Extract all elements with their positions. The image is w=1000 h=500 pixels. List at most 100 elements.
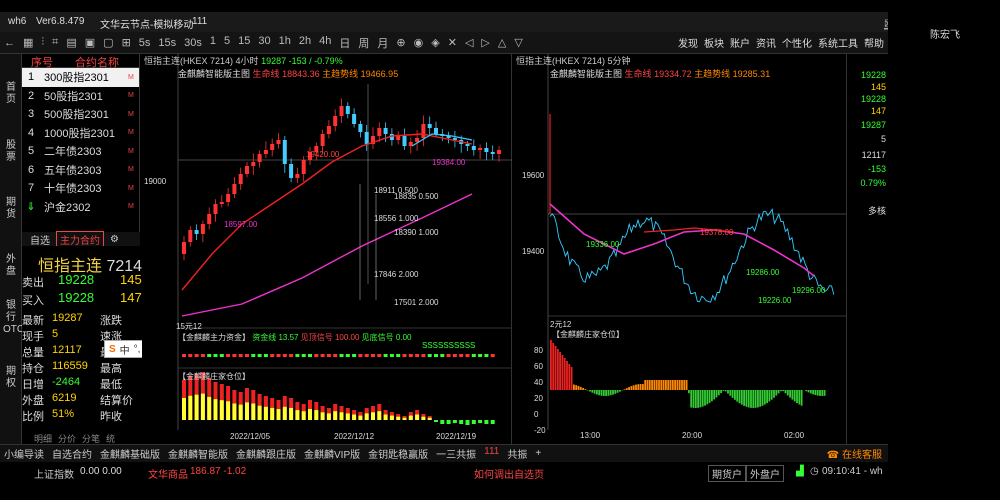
ime-punct-icon[interactable]: °, xyxy=(134,344,141,355)
sub1-bar xyxy=(364,354,369,357)
menu-5[interactable]: 系统工具 xyxy=(818,35,858,50)
menu-6[interactable]: 帮助 xyxy=(864,35,884,50)
nav-1[interactable]: 股票 xyxy=(3,140,19,164)
list-item[interactable]: ⇓ 沪金2302 M xyxy=(22,198,139,217)
detail-key: 外盘 xyxy=(22,395,44,407)
sub-bar xyxy=(743,390,745,406)
list-item[interactable]: 5 二年债2303 M xyxy=(22,142,139,161)
ime-mode-icon[interactable]: 中 xyxy=(120,342,130,357)
draw-icon[interactable]: ⊕ xyxy=(392,36,409,49)
menu-2[interactable]: 账户 xyxy=(730,35,750,50)
down-icon[interactable]: ▽ xyxy=(510,36,526,49)
period-9[interactable]: 月 xyxy=(373,35,392,51)
detail-tab-2[interactable]: 分笔 xyxy=(82,432,100,444)
bottom-tab-5[interactable]: 金麒麟VIP版 xyxy=(300,446,364,461)
diamond-icon[interactable]: ◈ xyxy=(427,36,443,49)
sub2-bar-inner xyxy=(396,416,401,420)
bottom-tab-9[interactable]: 共振 xyxy=(503,446,531,461)
candle-body xyxy=(427,124,432,128)
acct-foreign[interactable]: 外盘户 xyxy=(746,465,784,482)
add-tab-icon[interactable]: + xyxy=(531,448,545,459)
grid-icon[interactable]: ▦ xyxy=(19,36,37,49)
menu-4[interactable]: 个性化 xyxy=(782,35,812,50)
list-item[interactable]: 3 500股指2301 M xyxy=(22,105,139,124)
menu-3[interactable]: 资讯 xyxy=(756,35,776,50)
list-item[interactable]: 6 五年债2303 M xyxy=(22,161,139,180)
detail-tab-3[interactable]: 统 xyxy=(106,432,115,444)
cross-icon[interactable]: ✕ xyxy=(444,36,461,49)
disk-icon[interactable]: ▣ xyxy=(81,36,99,49)
period-30s[interactable]: 30s xyxy=(180,37,206,49)
list-item[interactable]: 7 十年债2303 M xyxy=(22,179,139,198)
right-icon[interactable]: ▷ xyxy=(477,36,493,49)
candle-icon[interactable]: ⌗ xyxy=(48,36,62,49)
fib-ratio: 1.000 xyxy=(418,228,439,237)
period-6[interactable]: 4h xyxy=(315,35,335,51)
bottom-tab-2[interactable]: 金麒麟基础版 xyxy=(96,446,164,461)
sub-bar xyxy=(720,390,722,394)
sub2-bar xyxy=(465,420,470,425)
nav-2[interactable]: 期货 xyxy=(3,197,19,221)
row-sup: M xyxy=(128,184,134,192)
period-4[interactable]: 1h xyxy=(275,35,295,51)
chart-line-icon[interactable]: ⫶ xyxy=(37,36,48,49)
period-0[interactable]: 1 xyxy=(206,35,220,51)
period-7[interactable]: 日 xyxy=(335,35,354,51)
chart2-period[interactable]: 5分钟 xyxy=(608,56,631,66)
menu-1[interactable]: 板块 xyxy=(704,35,724,50)
settings-icon[interactable]: ⚙ xyxy=(110,234,119,245)
period-15s[interactable]: 15s xyxy=(154,37,180,49)
bottom-tab-0[interactable]: 小编导读 xyxy=(0,446,48,461)
chart2-ma1: 19334.72 xyxy=(654,69,692,79)
detail-tab-0[interactable]: 明细 xyxy=(34,432,52,444)
online-service[interactable]: ☎ 在线客服 xyxy=(827,446,882,461)
nav-5[interactable]: 期权 xyxy=(3,366,19,390)
bottom-tab-6[interactable]: 金钥匙稳赢版 xyxy=(364,446,432,461)
fib-ratio: 2.000 xyxy=(398,270,419,279)
period-1[interactable]: 5 xyxy=(220,35,234,51)
bottom-tab-7[interactable]: 一三共振 xyxy=(432,446,480,461)
back-icon[interactable]: ← xyxy=(0,37,19,49)
bottom-tab-1[interactable]: 自选合约 xyxy=(48,446,96,461)
sub-bar xyxy=(630,386,633,390)
sub2-bar xyxy=(478,420,483,423)
detail-tab-1[interactable]: 分价 xyxy=(58,432,76,444)
nav-0[interactable]: 首页 xyxy=(3,82,19,106)
acct-futures[interactable]: 期货户 xyxy=(708,465,746,482)
table-icon[interactable]: ▤ xyxy=(62,36,80,49)
period-5s[interactable]: 5s xyxy=(135,37,155,49)
sub1-tag: 15元12 xyxy=(176,322,202,331)
sub-bar xyxy=(651,380,653,390)
list-item[interactable]: 1 300股指2301 M xyxy=(22,68,139,87)
period-2[interactable]: 15 xyxy=(234,35,254,51)
window-icon[interactable]: ▢ xyxy=(99,36,117,49)
candle-body xyxy=(326,126,331,134)
sub1-key3: 见底信号 xyxy=(361,333,394,342)
period-8[interactable]: 周 xyxy=(354,35,373,51)
bottom-tab-8[interactable]: 111 xyxy=(480,446,503,461)
bottom-tab-4[interactable]: 金麒麟跟庄版 xyxy=(232,446,300,461)
list-item[interactable]: 2 50股指2301 M xyxy=(22,87,139,106)
chart-5min[interactable]: 恒指主连(HKEX 7214) 5分钟 金麒麟智能版主图 生命线 19334.7… xyxy=(514,54,846,444)
up-icon[interactable]: △ xyxy=(494,36,510,49)
period-3[interactable]: 30 xyxy=(254,35,274,51)
status-help-link[interactable]: 如何调出自选页 xyxy=(474,466,544,481)
chart-4h[interactable]: 恒指主连(HKEX 7214) 4小时 19287 -153 / -0.79% … xyxy=(142,54,512,444)
detail-key: 持仓 xyxy=(22,363,44,375)
menu-0[interactable]: 发现 xyxy=(678,35,698,50)
tab-main-contracts[interactable]: 主力合约 xyxy=(56,230,104,248)
detail-key: 日增 xyxy=(22,379,44,391)
layout-icon[interactable]: ⊞ xyxy=(118,36,135,49)
list-item[interactable]: 4 1000股指2301 M xyxy=(22,124,139,143)
bottom-tab-3[interactable]: 金麒麟智能版 xyxy=(164,446,232,461)
nav-3[interactable]: 外盘 xyxy=(3,254,19,278)
left-icon[interactable]: ◁ xyxy=(461,36,477,49)
candle-body xyxy=(434,128,438,134)
chart1-period[interactable]: 4小时 xyxy=(236,56,259,66)
tab-watchlist[interactable]: 自选 xyxy=(30,232,50,247)
period-5[interactable]: 2h xyxy=(295,35,315,51)
sub-bar xyxy=(559,352,561,390)
status-ticker: 文华商品 xyxy=(148,470,188,481)
nav-4[interactable]: 银行OTC xyxy=(3,300,24,336)
eye-icon[interactable]: ◉ xyxy=(410,36,428,49)
